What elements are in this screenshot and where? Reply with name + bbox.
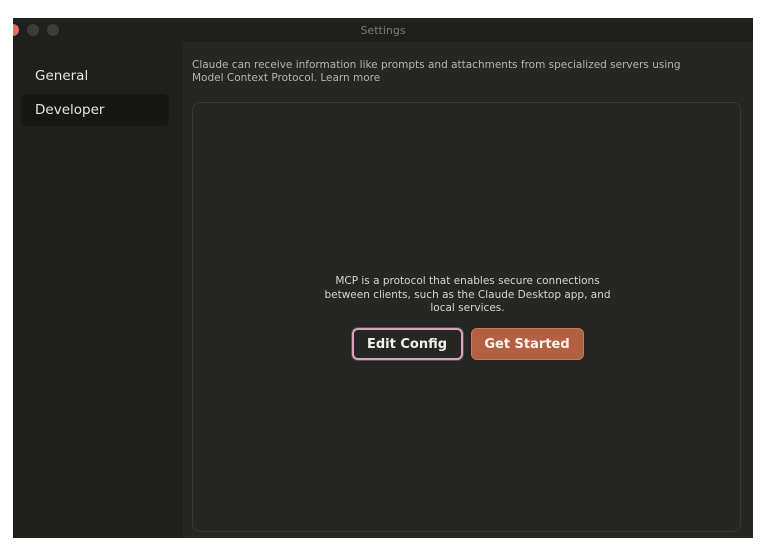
get-started-button[interactable]: Get Started xyxy=(470,328,584,360)
title-bar: Settings xyxy=(13,18,753,42)
close-window-icon[interactable] xyxy=(13,24,19,36)
mcp-servers-panel: MCP is a protocol that enables secure co… xyxy=(192,102,741,532)
sidebar-item-general[interactable]: General xyxy=(21,60,169,92)
mcp-description-line: local services. xyxy=(430,302,505,314)
learn-more-link[interactable]: Learn more xyxy=(320,72,380,84)
sidebar-item-label: General xyxy=(35,68,89,84)
edit-config-button[interactable]: Edit Config xyxy=(351,328,463,360)
developer-intro-text: Claude can receive information like prom… xyxy=(192,59,742,85)
mcp-description: MCP is a protocol that enables secure co… xyxy=(193,275,742,316)
panel-actions: Edit Config Get Started xyxy=(193,328,742,360)
intro-line-1: Claude can receive information like prom… xyxy=(192,59,681,71)
sidebar-item-label: Developer xyxy=(35,102,105,118)
minimize-window-icon[interactable] xyxy=(27,24,39,36)
mcp-description-line: between clients, such as the Claude Desk… xyxy=(324,288,611,301)
window-title: Settings xyxy=(360,23,406,37)
sidebar-item-developer[interactable]: Developer xyxy=(21,94,169,126)
intro-line-2: Model Context Protocol. xyxy=(192,72,317,84)
mcp-description-line: MCP is a protocol that enables secure co… xyxy=(335,275,600,287)
window-controls xyxy=(13,18,67,42)
maximize-window-icon[interactable] xyxy=(47,24,59,36)
sidebar: General Developer xyxy=(13,42,183,538)
settings-window: Settings General Developer Claude can re… xyxy=(13,18,753,538)
